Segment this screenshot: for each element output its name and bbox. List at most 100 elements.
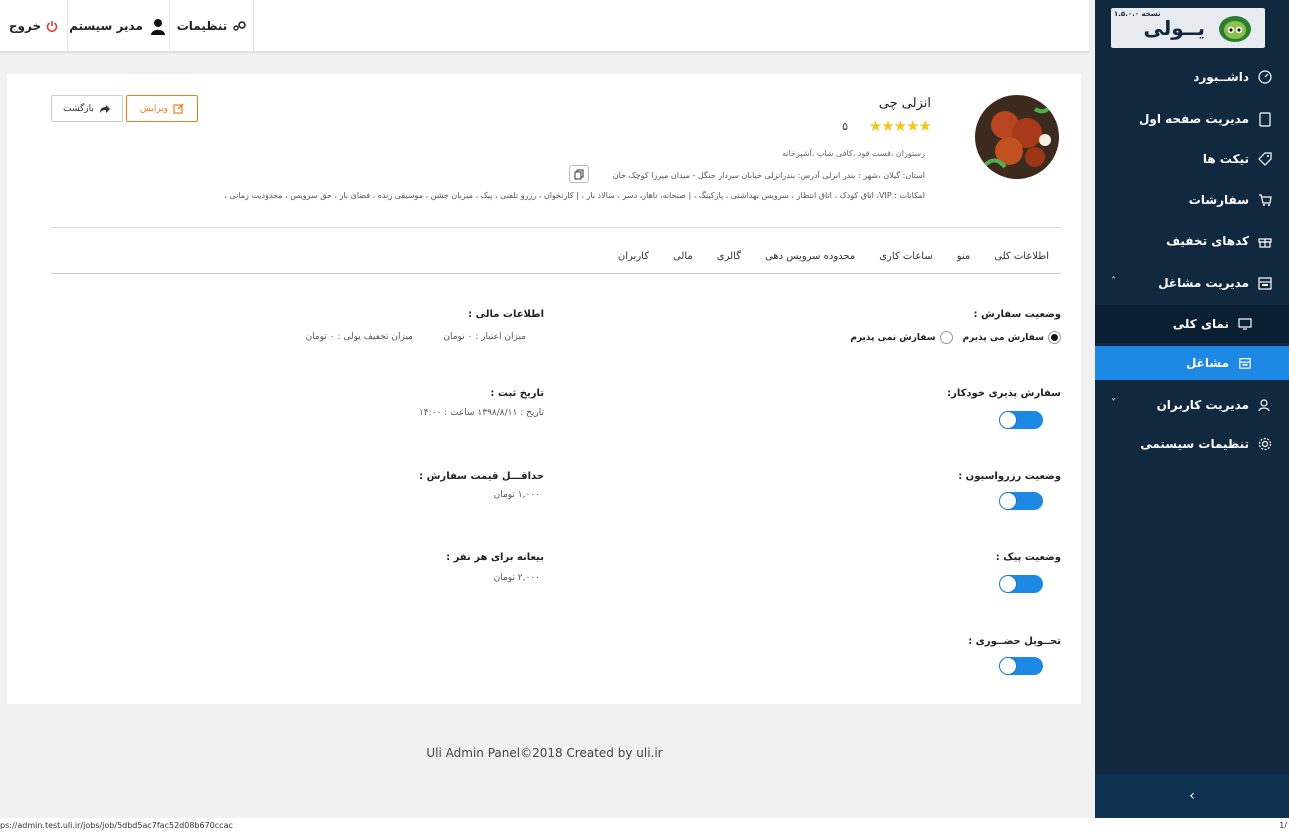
accept-orders-label: سفارش می پذیرم bbox=[962, 332, 1044, 343]
toggle-knob bbox=[1000, 658, 1016, 674]
rating-stars: ★★★★★ bbox=[868, 117, 932, 135]
sidebar-item-label: کدهای تخفیف bbox=[1166, 234, 1249, 248]
accept-orders-radio[interactable] bbox=[1048, 331, 1061, 344]
sidebar-item-tickets[interactable]: تیکت ها bbox=[1095, 140, 1289, 178]
detail-tabs: اطلاعات کلی منو ساعات کاری محدوده سرویس … bbox=[51, 247, 1061, 274]
sidebar-item-orders[interactable]: سفارشات bbox=[1095, 181, 1289, 219]
tag-icon bbox=[1257, 151, 1273, 167]
financial-info-label: اطلاعات مالی : bbox=[468, 309, 544, 320]
business-categories: رستوران ،فست فود ،کافی شاپ ،آشپزخانه bbox=[782, 149, 925, 158]
power-icon bbox=[46, 20, 58, 32]
copy-icon bbox=[574, 169, 584, 179]
food-image-icon bbox=[975, 95, 1059, 179]
chevron-up-icon: ˄ bbox=[1111, 276, 1116, 287]
sidebar-item-label: مشاغل bbox=[1185, 356, 1229, 370]
auto-order-toggle[interactable] bbox=[999, 411, 1043, 429]
back-label: بازگشت bbox=[63, 103, 94, 114]
logout-button[interactable]: خروج bbox=[0, 0, 68, 52]
sidebar-item-label: مدیریت کاربران bbox=[1156, 398, 1249, 412]
delivery-status-label: وضعیت پیک : bbox=[995, 552, 1061, 563]
back-button[interactable]: بازگشت bbox=[51, 95, 123, 122]
tab-financial[interactable]: مالی bbox=[661, 247, 705, 262]
settings-label: تنظیمات bbox=[176, 19, 228, 33]
business-name: انزلی چی bbox=[878, 96, 931, 111]
sidebar: نسخه ۱.۵.۰.۰ یــولی داشــبورد مدیریت صفح… bbox=[1095, 0, 1289, 818]
tab-menu[interactable]: منو bbox=[945, 247, 983, 262]
business-avatar bbox=[975, 95, 1059, 179]
toggle-knob bbox=[1000, 576, 1016, 592]
sidebar-item-overview[interactable]: نمای کلی bbox=[1095, 305, 1289, 343]
tablet-icon bbox=[1257, 111, 1273, 127]
rating-value: ۵ bbox=[842, 120, 848, 133]
register-date-value: تاریخ : ۱۳۹۸/۸/۱۱ ساعت : ۱۴:۰۰ bbox=[418, 408, 544, 418]
sidebar-item-label: نمای کلی bbox=[1172, 317, 1229, 331]
monitor-icon bbox=[1237, 316, 1253, 332]
min-order-price-label: حداقـــل قیمت سفارش : bbox=[419, 471, 544, 482]
deposit-per-person-value: ۲,۰۰۰ تومان bbox=[493, 573, 540, 583]
gears-icon bbox=[232, 20, 247, 32]
gear-icon bbox=[1257, 436, 1273, 452]
register-date-label: تاریخ ثبت : bbox=[490, 388, 544, 399]
edit-button[interactable]: ویرایش bbox=[126, 95, 198, 122]
reservation-status-label: وضعیت رزرواسیون : bbox=[958, 471, 1061, 482]
auto-order-label: سفارش پذیری خودکار: bbox=[947, 388, 1061, 399]
reservation-toggle[interactable] bbox=[999, 492, 1043, 510]
admin-label: مدیر سیستم bbox=[69, 19, 143, 33]
topbar: تنظیمات مدیر سیستم خروج bbox=[0, 0, 1089, 52]
footer-credit: Uli Admin Panel©2018 Created by uli.ir bbox=[426, 746, 663, 760]
browser-status-bar: ps://admin.test.uli.ir/jobs/job/5dbd5ac7… bbox=[0, 818, 1289, 832]
sidebar-item-label: تیکت ها bbox=[1202, 152, 1249, 166]
tab-users[interactable]: کاربران bbox=[606, 247, 661, 262]
settings-button[interactable]: تنظیمات bbox=[170, 0, 254, 52]
turtle-logo-icon bbox=[1219, 16, 1251, 42]
business-detail-card: انزلی چی ★★★★★ ۵ رستوران ،فست فود ،کافی … bbox=[7, 74, 1081, 704]
cart-icon bbox=[1257, 192, 1273, 208]
speedometer-icon bbox=[1257, 69, 1273, 85]
logo-text: یــولی bbox=[1143, 16, 1205, 40]
in-person-delivery-label: تحــویل حضــوری : bbox=[968, 636, 1061, 647]
toggle-knob bbox=[1000, 412, 1016, 428]
edit-label: ویرایش bbox=[139, 103, 169, 114]
sidebar-item-businesses[interactable]: مشاغل bbox=[1095, 346, 1289, 380]
logo[interactable]: نسخه ۱.۵.۰.۰ یــولی bbox=[1111, 8, 1265, 48]
header-divider bbox=[51, 227, 1061, 228]
business-address: استان: گیلان ،شهر : بندر انزلی آدرس: بند… bbox=[612, 171, 925, 180]
uli-discount-amount: میزان تخفیف یولی : ۰ تومان bbox=[305, 332, 413, 342]
order-status-label: وضعیت سفارش : bbox=[973, 309, 1062, 320]
sidebar-item-label: مدیریت صفحه اول bbox=[1138, 112, 1249, 126]
in-person-delivery-toggle[interactable] bbox=[999, 657, 1043, 675]
sidebar-item-label: سفارشات bbox=[1188, 193, 1249, 207]
users-icon bbox=[1257, 397, 1273, 413]
tab-working-hours[interactable]: ساعات کاری bbox=[867, 247, 945, 262]
share-arrow-icon bbox=[99, 104, 111, 114]
business-amenities: امکانات : VIP، اتاق کودک ، اتاق انتظار ،… bbox=[224, 191, 925, 200]
chevron-down-icon: ˅ bbox=[1111, 398, 1116, 409]
logout-label: خروج bbox=[8, 19, 42, 33]
sidebar-item-system-settings[interactable]: تنظیمات سیستمی bbox=[1095, 425, 1289, 463]
user-icon bbox=[148, 16, 168, 36]
edit-icon bbox=[173, 103, 184, 114]
sidebar-item-label: تنظیمات سیستمی bbox=[1140, 437, 1249, 451]
store-icon bbox=[1257, 275, 1273, 291]
sidebar-item-label: مدیریت مشاغل bbox=[1158, 276, 1249, 290]
reject-orders-label: سفارش نمی پذیرم bbox=[850, 332, 936, 343]
sidebar-item-label: داشــبورد bbox=[1193, 70, 1249, 84]
sidebar-item-discount-codes[interactable]: کدهای تخفیف bbox=[1095, 222, 1289, 260]
sidebar-item-user-management[interactable]: مدیریت کاربران ˅ bbox=[1095, 386, 1289, 424]
toggle-knob bbox=[1000, 493, 1016, 509]
sidebar-item-dashboard[interactable]: داشــبورد bbox=[1095, 58, 1289, 96]
reject-orders-radio[interactable] bbox=[939, 331, 953, 344]
copy-address-button[interactable] bbox=[569, 165, 589, 183]
status-url: ps://admin.test.uli.ir/jobs/job/5dbd5ac7… bbox=[0, 821, 233, 830]
deposit-per-person-label: بیعانه برای هر نفر : bbox=[446, 552, 544, 563]
delivery-toggle[interactable] bbox=[999, 575, 1043, 593]
sidebar-item-homepage[interactable]: مدیریت صفحه اول bbox=[1095, 100, 1289, 138]
sidebar-collapse-button[interactable]: › bbox=[1095, 774, 1289, 818]
tab-service-area[interactable]: محدوده سرویس دهی bbox=[753, 247, 867, 262]
tab-general-info[interactable]: اطلاعات کلی bbox=[982, 247, 1061, 262]
tab-gallery[interactable]: گالری bbox=[705, 247, 753, 262]
admin-profile-button[interactable]: مدیر سیستم bbox=[68, 0, 170, 52]
store-icon bbox=[1237, 355, 1253, 371]
min-order-price-value: ۱,۰۰۰ تومان bbox=[493, 490, 540, 500]
sidebar-item-business-management[interactable]: مدیریت مشاغل ˄ bbox=[1095, 264, 1289, 302]
